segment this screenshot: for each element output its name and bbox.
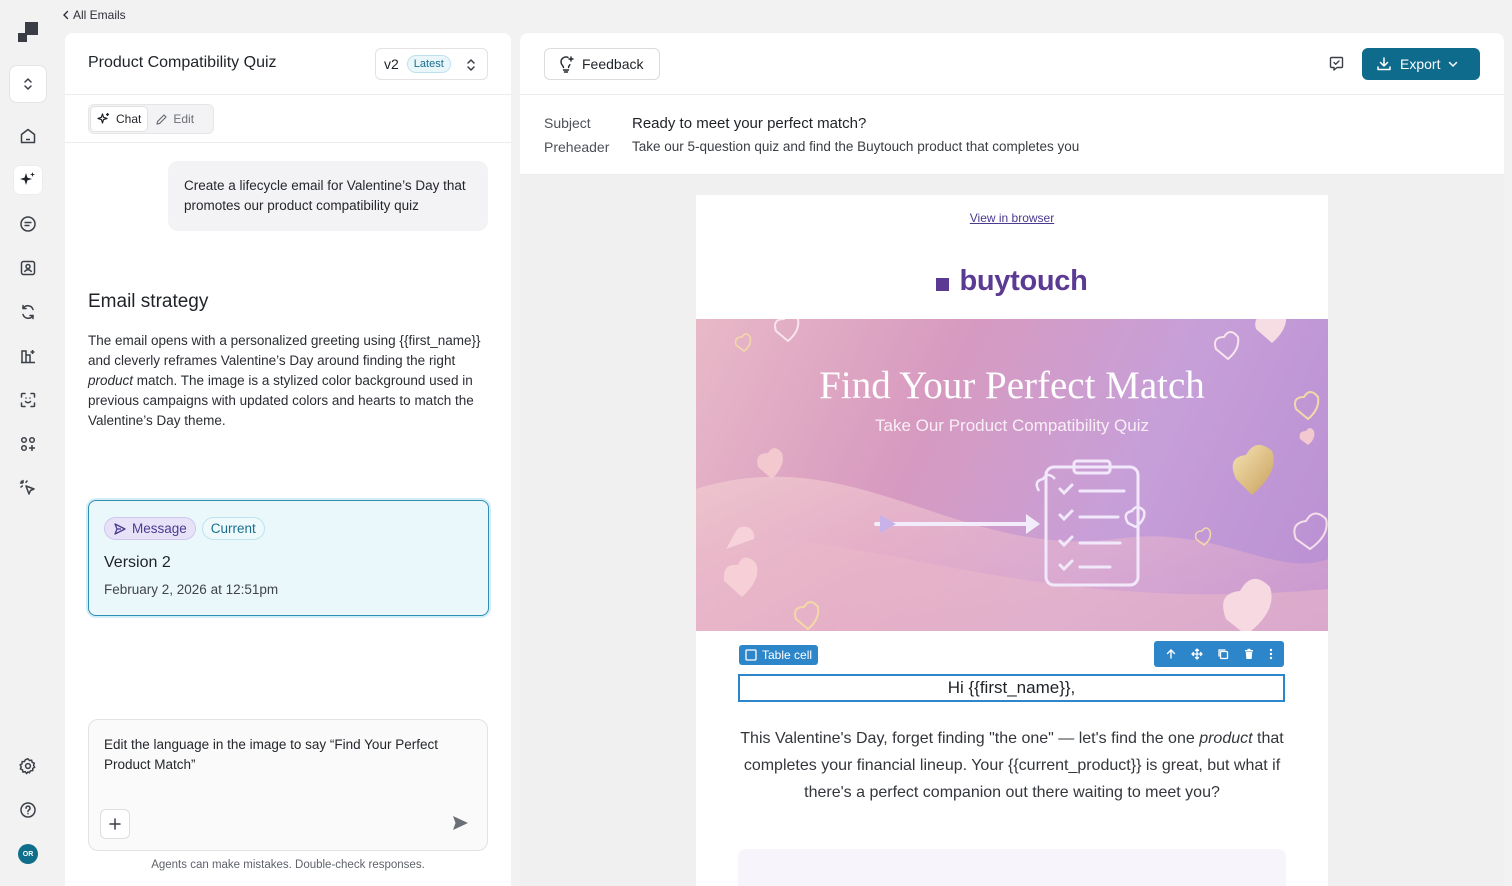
chat-panel: Product Compatibility Quiz v2 Latest Cha… xyxy=(65,33,511,886)
brand-mark-icon xyxy=(936,278,950,291)
hero-title: Find Your Perfect Match xyxy=(819,364,1205,407)
preheader-value[interactable]: Take our 5-question quiz and find the Bu… xyxy=(632,139,1079,154)
icon-rail: OR xyxy=(0,0,56,886)
version-card-date: February 2, 2026 at 12:51pm xyxy=(104,582,279,597)
logo-icon[interactable] xyxy=(16,20,40,44)
back-to-all-emails-link[interactable]: All Emails xyxy=(62,8,126,22)
chevron-left-icon xyxy=(62,10,70,20)
workspace-switch-icon[interactable] xyxy=(9,65,47,103)
audience-icon[interactable] xyxy=(14,386,42,414)
subject-label: Subject xyxy=(544,115,591,131)
brand-logo[interactable]: buytouch xyxy=(696,265,1328,298)
apps-icon[interactable] xyxy=(14,430,42,458)
duplicate-icon[interactable] xyxy=(1217,648,1229,660)
click-tracking-icon[interactable] xyxy=(14,474,42,502)
version-select[interactable]: v2 Latest xyxy=(375,48,488,80)
view-in-browser-link[interactable]: View in browser xyxy=(696,211,1328,225)
sparkle-icon xyxy=(97,112,111,126)
contacts-icon[interactable] xyxy=(14,254,42,282)
chat-composer[interactable]: Edit the language in the image to say “F… xyxy=(88,719,488,851)
back-link-label: All Emails xyxy=(73,8,126,22)
export-button[interactable]: Export xyxy=(1362,48,1480,80)
email-canvas: View in browser buytouch Find Your Perfe… xyxy=(696,195,1328,886)
next-content-block[interactable] xyxy=(738,849,1286,886)
review-check-icon[interactable] xyxy=(1328,55,1345,72)
body-text-part1: This Valentine's Day, forget finding "th… xyxy=(740,730,1200,747)
preheader-label: Preheader xyxy=(544,139,610,155)
mode-tabs: Chat Edit xyxy=(88,104,214,134)
tab-edit[interactable]: Edit xyxy=(149,107,200,131)
trash-icon[interactable] xyxy=(1243,648,1255,660)
arrow-up-icon[interactable] xyxy=(1165,648,1177,660)
hero-subtitle: Take Our Product Compatibility Quiz xyxy=(875,416,1149,435)
tab-edit-label: Edit xyxy=(173,112,195,126)
selection-toolbar xyxy=(1154,641,1284,667)
brand-name: buytouch xyxy=(959,265,1088,297)
strategy-text-emphasis: product xyxy=(88,373,134,388)
latest-badge: Latest xyxy=(406,55,451,73)
feedback-button[interactable]: Feedback xyxy=(544,48,660,80)
message-tag: Message xyxy=(104,517,196,540)
selection-tag[interactable]: Table cell xyxy=(739,645,819,665)
lightbulb-icon xyxy=(558,55,574,73)
pencil-icon xyxy=(155,113,168,126)
greeting-cell[interactable]: Hi {{first_name}}, xyxy=(738,674,1285,702)
tab-chat-label: Chat xyxy=(116,112,142,126)
chat-panel-header: Product Compatibility Quiz v2 Latest xyxy=(65,33,511,95)
more-vertical-icon[interactable] xyxy=(1269,648,1273,660)
chevron-updown-icon xyxy=(465,57,477,73)
mode-tabs-row: Chat Edit xyxy=(65,95,511,143)
settings-icon[interactable] xyxy=(14,752,42,780)
home-icon[interactable] xyxy=(14,122,42,150)
feedback-label: Feedback xyxy=(582,56,644,72)
export-label: Export xyxy=(1400,56,1441,72)
chevron-down-icon xyxy=(1448,60,1458,68)
send-icon xyxy=(451,814,469,832)
version-value: v2 xyxy=(384,56,399,72)
strategy-body: The email opens with a personalized gree… xyxy=(88,331,483,431)
automation-icon[interactable] xyxy=(14,298,42,326)
add-attachment-button[interactable] xyxy=(100,809,130,839)
send-button[interactable] xyxy=(451,814,469,832)
strategy-heading: Email strategy xyxy=(88,291,209,312)
email-meta: Subject Ready to meet your perfect match… xyxy=(520,95,1504,175)
analytics-icon[interactable] xyxy=(14,342,42,370)
download-icon xyxy=(1376,56,1392,72)
body-text-emphasis: product xyxy=(1199,730,1253,747)
plus-icon xyxy=(109,818,121,830)
checkbox-icon xyxy=(745,649,757,661)
move-icon[interactable] xyxy=(1191,648,1203,660)
current-tag: Current xyxy=(201,517,265,540)
send-outline-icon xyxy=(113,522,127,536)
version-card-tags: Message Current xyxy=(104,517,265,540)
ai-sparkle-icon[interactable] xyxy=(14,166,42,194)
subject-value[interactable]: Ready to meet your perfect match? xyxy=(632,115,866,132)
strategy-text-part1: The email opens with a personalized gree… xyxy=(88,333,481,368)
help-icon[interactable] xyxy=(14,796,42,824)
avatar[interactable]: OR xyxy=(18,844,38,864)
email-title: Product Compatibility Quiz xyxy=(88,54,277,71)
tab-chat[interactable]: Chat xyxy=(91,107,148,131)
user-message-bubble: Create a lifecycle email for Valentine’s… xyxy=(168,161,488,231)
message-tag-label: Message xyxy=(132,521,187,536)
hero-image[interactable]: Find Your Perfect Match Take Our Product… xyxy=(696,319,1328,631)
email-body-copy[interactable]: This Valentine's Day, forget finding "th… xyxy=(738,725,1286,806)
campaigns-icon[interactable] xyxy=(14,210,42,238)
preview-panel: Feedback Export Subject Ready to meet yo… xyxy=(520,33,1504,886)
composer-input[interactable]: Edit the language in the image to say “F… xyxy=(104,735,464,775)
disclaimer: Agents can make mistakes. Double-check r… xyxy=(151,859,425,871)
version-card[interactable]: Message Current Version 2 February 2, 20… xyxy=(88,500,489,616)
strategy-text-part2: match. The image is a stylized color bac… xyxy=(88,373,474,428)
version-card-title: Version 2 xyxy=(104,554,171,571)
selection-tag-label: Table cell xyxy=(762,648,813,662)
preview-header: Feedback Export xyxy=(520,33,1504,95)
